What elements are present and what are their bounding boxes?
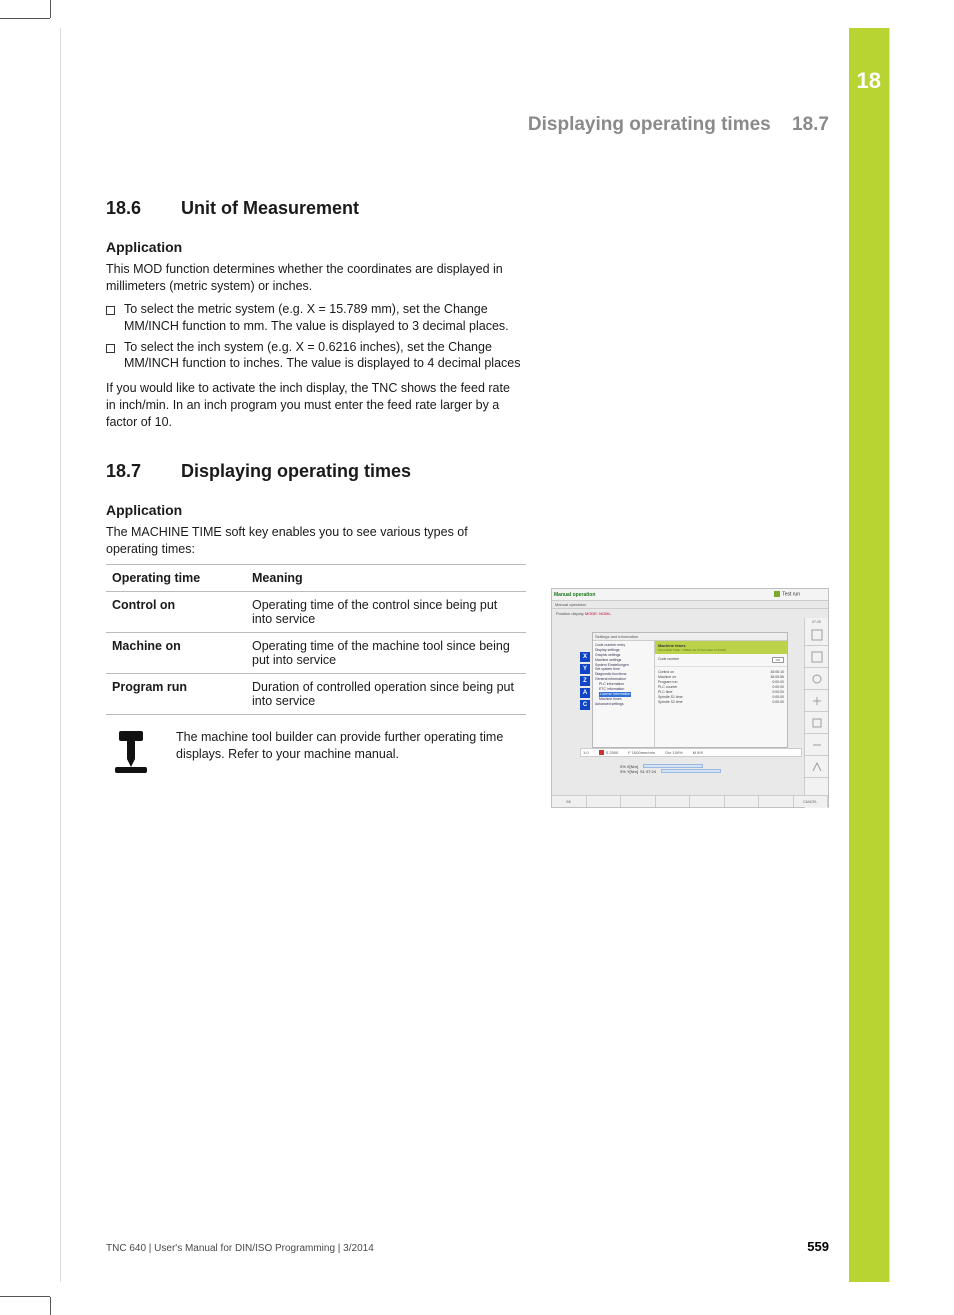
table-cell-value: Duration of controlled operation since b…	[246, 673, 526, 714]
toolbar-button[interactable]	[805, 624, 828, 646]
ss-status-bar: 1:0 S 2500 F 1000mm/min Ovr 100% M 5/9	[580, 748, 802, 762]
ss-softkey-row: BK CANCEL	[552, 795, 828, 807]
toolbar-button[interactable]	[805, 690, 828, 712]
table-cell-value: Operating time of the machine tool since…	[246, 632, 526, 673]
ss-feed-rows: 0% X[Nm] 0% Y[Nm] S1 07:24	[620, 764, 721, 774]
crop-mark	[0, 18, 50, 19]
ss-titlebar: Manual operation Test run	[552, 589, 828, 601]
note-text: The machine tool builder can provide fur…	[176, 729, 526, 763]
table-cell-key: Program run	[106, 673, 246, 714]
table-header: Meaning	[246, 564, 526, 591]
note: The machine tool builder can provide fur…	[106, 729, 526, 775]
table-cell-value: Operating time of the control since bein…	[246, 591, 526, 632]
feed-bar	[643, 764, 703, 768]
section-number: 18.7	[106, 461, 176, 482]
axis-y: Y	[580, 664, 590, 674]
footer-text: TNC 640 | User's Manual for DIN/ISO Prog…	[106, 1243, 374, 1254]
table-row: Machine on Operating time of the machine…	[106, 632, 526, 673]
softkey[interactable]	[621, 796, 656, 807]
chapter-number: 18	[857, 68, 881, 94]
ss-times-list: Control on36:06:10 Machine on36:05:56 Pr…	[655, 667, 787, 706]
subheading-application: Application	[106, 502, 846, 518]
feed-bar	[661, 769, 721, 773]
running-head-number: 18.7	[792, 114, 829, 135]
softkey[interactable]	[690, 796, 725, 807]
axis-c: C	[580, 700, 590, 710]
ss-mode-testrun: Test run	[774, 591, 800, 597]
ss-subtitle: Manual operation	[552, 601, 828, 609]
running-head: Displaying operating times 18.7	[528, 114, 829, 136]
feed-y: 0% Y[Nm]	[620, 769, 638, 774]
table-cell-key: Machine on	[106, 632, 246, 673]
axis-a: A	[580, 688, 590, 698]
page-footer: TNC 640 | User's Manual for DIN/ISO Prog…	[106, 1239, 829, 1254]
toolbar-button[interactable]	[805, 734, 828, 756]
section-18-7-heading: 18.7 Displaying operating times	[106, 461, 846, 482]
list-item: To select the inch system (e.g. X = 0.62…	[106, 339, 526, 373]
machine-icon	[106, 729, 156, 775]
page-number: 559	[807, 1239, 829, 1254]
running-head-title: Displaying operating times	[528, 114, 771, 135]
axis-x: X	[580, 652, 590, 662]
section-18-6-heading: 18.6 Unit of Measurement	[106, 198, 846, 219]
chapter-tab: 18	[849, 28, 889, 1282]
ss-right-toolbar: 07:25	[804, 618, 828, 808]
crop-mark	[50, 1297, 51, 1315]
table-row: Control on Operating time of the control…	[106, 591, 526, 632]
table-cell-key: Control on	[106, 591, 246, 632]
ss-code-row: Code number OK	[655, 654, 787, 667]
ss-status-left: 1:0	[583, 750, 589, 755]
crop-mark	[50, 0, 51, 18]
crop-mark	[0, 1296, 50, 1297]
softkey[interactable]: BK	[552, 796, 587, 807]
ss-main: X Y Z A C Settings and information Code-…	[552, 618, 828, 786]
ss-axes: X Y Z A C	[580, 652, 590, 710]
ss-status-s: S 2500	[606, 750, 619, 755]
ss-code-label: Code number	[658, 657, 679, 663]
section-title: Displaying operating times	[181, 461, 411, 481]
section-title: Unit of Measurement	[181, 198, 359, 218]
tnc-screenshot: Manual operation Test run Manual operati…	[551, 588, 829, 808]
list-item: Spindle S2 time0:00:00	[658, 699, 784, 704]
ss-status-ovr: Ovr 100%	[665, 750, 683, 755]
softkey[interactable]: CANCEL	[794, 796, 829, 807]
ss-status-f: F 1000mm/min	[628, 750, 655, 755]
operating-times-table: Operating time Meaning Control on Operat…	[106, 564, 526, 715]
bullet-list: To select the metric system (e.g. X = 15…	[106, 301, 526, 373]
feed-s1: S1 07:24	[640, 769, 656, 774]
ss-panel-head: Machine times MACHINE TIME / TIMES OF AT…	[655, 641, 787, 654]
ss-mode-manual: Manual operation	[554, 592, 595, 598]
table-row: Program run Duration of controlled opera…	[106, 673, 526, 714]
ss-dialog-panel: Machine times MACHINE TIME / TIMES OF AT…	[655, 641, 787, 749]
ss-dialog-title: Settings and information	[593, 633, 787, 641]
softkey[interactable]	[587, 796, 622, 807]
toolbar-button[interactable]	[805, 668, 828, 690]
axis-z: Z	[580, 676, 590, 686]
table-header: Operating time	[106, 564, 246, 591]
softkey[interactable]	[759, 796, 794, 807]
list-item: To select the metric system (e.g. X = 15…	[106, 301, 526, 335]
ok-button[interactable]: OK	[772, 657, 784, 663]
toolbar-button[interactable]	[805, 646, 828, 668]
softkey[interactable]	[725, 796, 760, 807]
ss-position-line: Position display MODE: NOML.	[552, 609, 828, 618]
subheading-application: Application	[106, 239, 846, 255]
softkey[interactable]	[656, 796, 691, 807]
paragraph: If you would like to activate the inch d…	[106, 380, 516, 431]
nav-item[interactable]: Advanced settings	[595, 702, 652, 707]
ss-status-m: M 5/9	[693, 750, 703, 755]
toolbar-button[interactable]	[805, 712, 828, 734]
page: 18 Displaying operating times 18.7 18.6 …	[60, 28, 890, 1282]
paragraph: The MACHINE TIME soft key enables you to…	[106, 524, 516, 558]
ss-dialog-nav: Code-number entry Display settings Graph…	[593, 641, 655, 749]
toolbar-button[interactable]	[805, 756, 828, 778]
ss-dialog: Settings and information Code-number ent…	[592, 632, 788, 748]
section-number: 18.6	[106, 198, 176, 219]
paragraph: This MOD function determines whether the…	[106, 261, 516, 295]
